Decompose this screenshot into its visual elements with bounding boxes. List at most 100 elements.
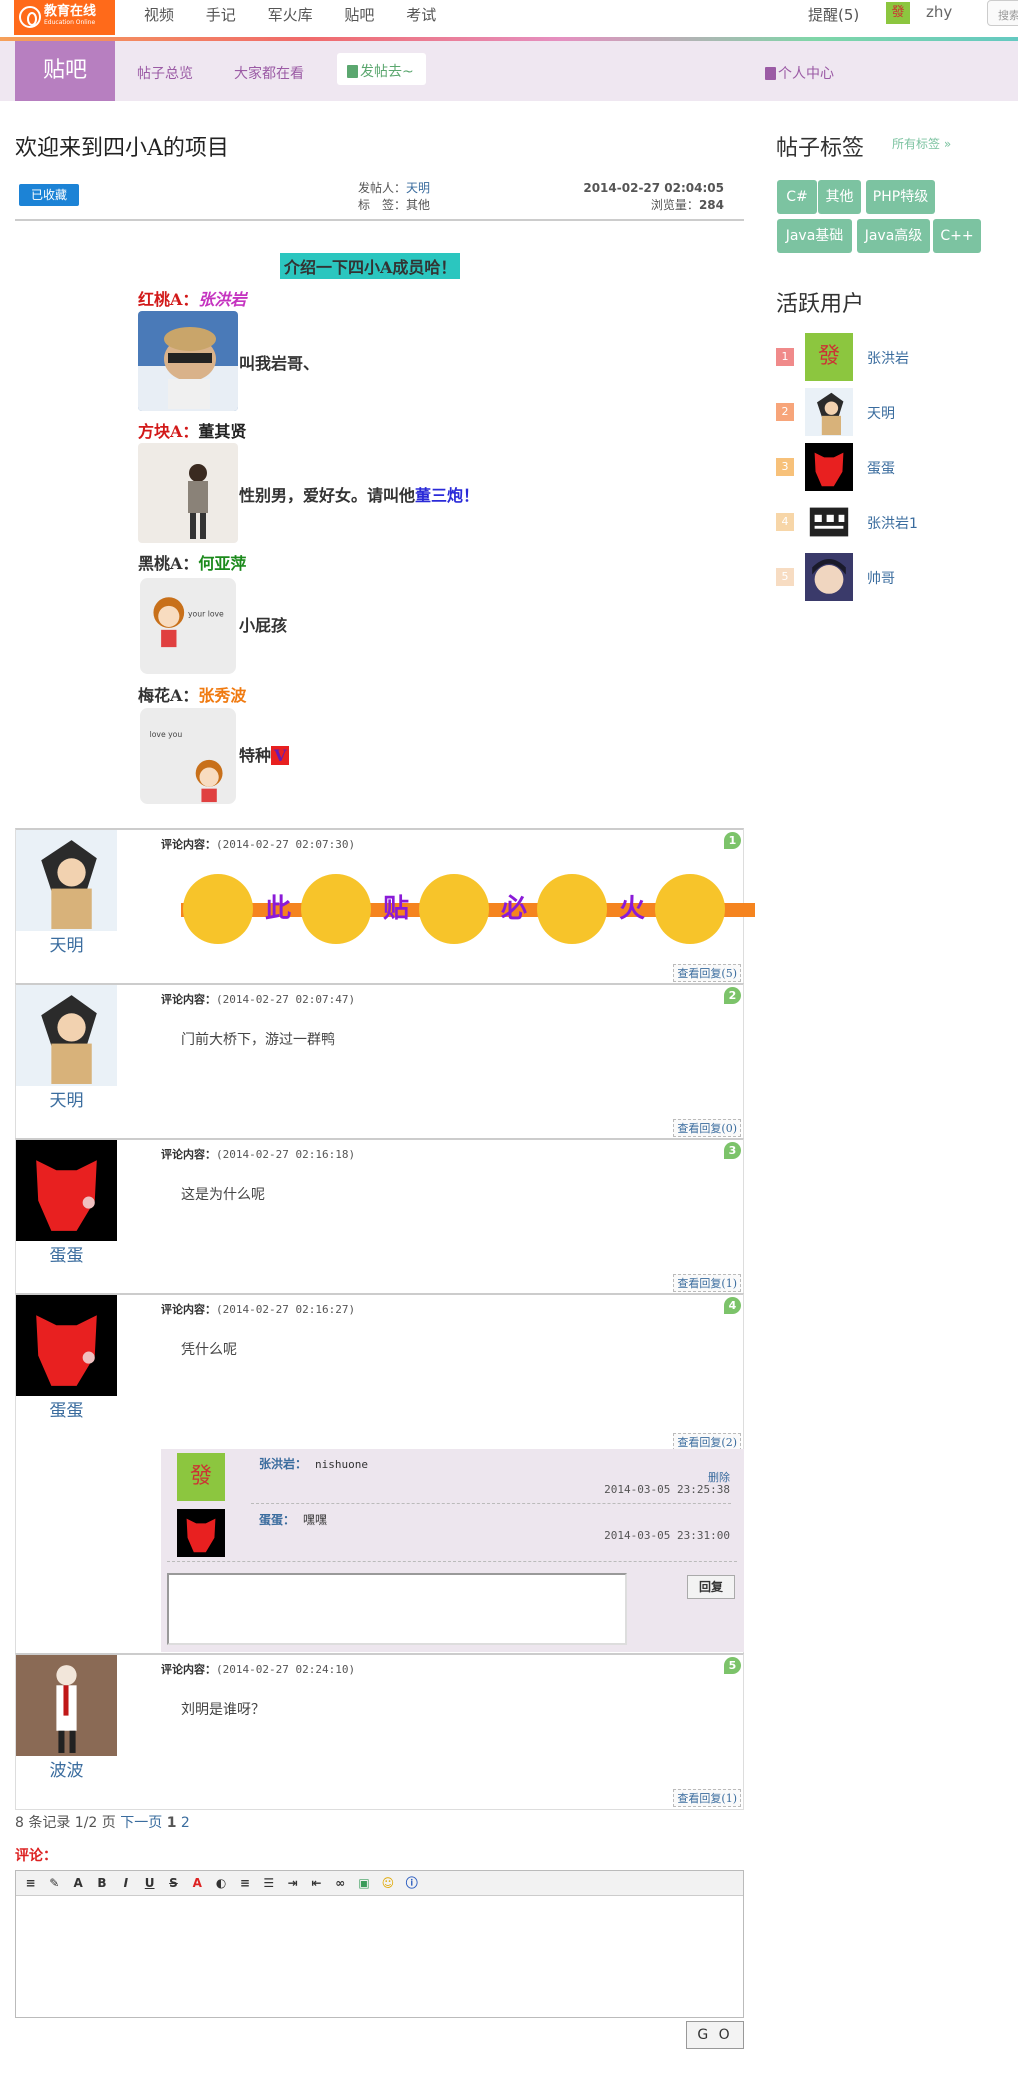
reply-avatar[interactable] (177, 1509, 225, 1557)
page-summary: 8 条记录 1/2 页 (15, 1815, 116, 1831)
commenter-avatar[interactable] (16, 1295, 117, 1396)
page-current[interactable]: 1 (167, 1815, 177, 1831)
bold-icon[interactable]: B (93, 1874, 110, 1892)
poster-link[interactable]: 天明 (406, 181, 430, 195)
strike-icon[interactable]: S (165, 1874, 182, 1892)
page-link[interactable]: 2 (181, 1815, 190, 1831)
edit-icon[interactable]: ✎ (46, 1874, 63, 1892)
user-avatar[interactable] (805, 553, 853, 601)
image-icon[interactable]: ▣ (356, 1874, 373, 1892)
nav-exam[interactable]: 考试 (406, 4, 436, 25)
comment-label: 评论内容： (161, 838, 216, 851)
reply-user[interactable]: 张洪岩： (259, 1457, 307, 1471)
emoji-icon[interactable]: ☺ (379, 1874, 396, 1892)
saved-button[interactable]: 已收藏 (19, 184, 79, 206)
user-name[interactable]: 张洪岩 (867, 348, 909, 368)
submit-button[interactable]: G O (686, 2021, 744, 2049)
member-heading: 黑桃A：何亚萍 (138, 550, 246, 574)
reply-avatar[interactable]: 發 (177, 1453, 225, 1501)
comment-header: 评论内容：(2014-02-27 02:07:47) (161, 991, 355, 1007)
nav-all-posts[interactable]: 帖子总览 (137, 63, 193, 83)
member-name: 张洪岩 (198, 290, 247, 309)
tag-chip[interactable]: C++ (933, 219, 981, 253)
views-count: 284 (698, 198, 724, 212)
member-name: 何亚萍 (198, 554, 247, 573)
search-input[interactable]: 搜索 (987, 0, 1018, 26)
comment-header: 评论内容：(2014-02-27 02:16:27) (161, 1301, 355, 1317)
view-replies-link[interactable]: 查看回复(1) (673, 1789, 741, 1807)
font-color-icon[interactable]: A (189, 1874, 206, 1892)
nav-notes[interactable]: 手记 (206, 4, 236, 25)
tag-chip[interactable]: Java高级 (857, 219, 930, 253)
user-avatar[interactable] (805, 388, 853, 436)
indent-icon[interactable]: ⇥ (284, 1874, 301, 1892)
user-name[interactable]: 天明 (867, 403, 895, 423)
comment-time: (2014-02-27 02:16:27) (216, 1303, 356, 1316)
floor-number: 4 (724, 1297, 741, 1314)
comment-textarea[interactable] (16, 1897, 743, 2017)
tag-chip[interactable]: C# (777, 180, 817, 214)
user-center-link[interactable]: 个人中心 (765, 63, 834, 83)
user-name[interactable]: 蛋蛋 (867, 458, 895, 478)
user-name[interactable]: 张洪岩1 (867, 513, 918, 533)
post-tag: 其他 (406, 198, 431, 212)
tag-chip[interactable]: 其他 (818, 180, 861, 214)
poster-label: 发帖人： (358, 181, 407, 195)
user-avatar[interactable] (805, 498, 853, 546)
username[interactable]: zhy (926, 3, 952, 21)
view-replies-label: 查看回复 (677, 1792, 722, 1805)
nav-trending[interactable]: 大家都在看 (234, 63, 304, 83)
commenter-avatar[interactable] (16, 830, 117, 931)
site-logo[interactable]: 教育在线 Education Online (14, 0, 115, 35)
commenter-name[interactable]: 天明 (16, 1086, 117, 1111)
info-icon[interactable]: ⓘ (403, 1874, 420, 1892)
outdent-icon[interactable]: ⇤ (308, 1874, 325, 1892)
user-name[interactable]: 帅哥 (867, 568, 895, 588)
font-icon[interactable]: A (70, 1874, 87, 1892)
comment-label: 评论内容： (161, 993, 216, 1006)
user-avatar[interactable]: 發 (805, 333, 853, 381)
nav-video[interactable]: 视频 (144, 4, 174, 25)
tag-label: 标 签： (358, 198, 407, 212)
tag-chip[interactable]: PHP特级 (866, 180, 935, 214)
format-icon[interactable]: ≡ (22, 1874, 39, 1892)
reply-user[interactable]: 蛋蛋： (259, 1513, 295, 1527)
tags-heading: 帖子标签 (776, 136, 865, 161)
commenter-avatar[interactable] (16, 1140, 117, 1241)
underline-icon[interactable]: U (141, 1874, 158, 1892)
commenter-name[interactable]: 波波 (16, 1756, 117, 1781)
new-post-button[interactable]: 发帖去~ (337, 53, 426, 85)
reply-button[interactable]: 回复 (687, 1575, 735, 1599)
reply-input[interactable] (167, 1573, 627, 1645)
view-replies-link[interactable]: 查看回复(0) (673, 1119, 741, 1137)
commenter-name[interactable]: 蛋蛋 (16, 1241, 117, 1266)
link-icon[interactable]: ∞ (332, 1874, 349, 1892)
comment-header: 评论内容：(2014-02-27 02:07:30) (161, 836, 355, 852)
tag-chip[interactable]: Java基础 (777, 219, 852, 253)
svg-text:love you: love you (150, 730, 183, 739)
list-icon[interactable]: ☰ (260, 1874, 277, 1892)
reply-count: (5) (721, 967, 737, 980)
italic-icon[interactable]: I (117, 1874, 134, 1892)
nav-forum[interactable]: 贴吧 (344, 4, 374, 25)
view-replies-link[interactable]: 查看回复(1) (673, 1274, 741, 1292)
comment-text: 刘明是谁呀？ (181, 1702, 265, 1718)
next-page-link[interactable]: 下一页 (120, 1815, 162, 1831)
view-replies-link[interactable]: 查看回复(5) (673, 964, 741, 982)
commenter-avatar[interactable] (16, 1655, 117, 1756)
remind-link[interactable]: 提醒(5) (808, 4, 859, 25)
commenter-name[interactable]: 蛋蛋 (16, 1396, 117, 1421)
highlight-icon[interactable]: ◐ (213, 1874, 230, 1892)
nav-arsenal[interactable]: 军火库 (268, 4, 313, 25)
align-icon[interactable]: ≡ (236, 1874, 253, 1892)
commenter-name[interactable]: 天明 (16, 931, 117, 956)
all-tags-link[interactable]: 所有标签 » (892, 135, 951, 152)
commenter-avatar[interactable] (16, 985, 117, 1086)
reply-divider (251, 1503, 731, 1504)
comment-item: 蛋蛋 评论内容：(2014-02-27 02:16:18) 3 这是为什么呢 查… (15, 1138, 744, 1295)
user-center-label: 个人中心 (778, 66, 834, 82)
new-post-label: 发帖去~ (360, 64, 414, 80)
user-avatar[interactable]: 發 (886, 2, 910, 24)
user-avatar[interactable] (805, 443, 853, 491)
forum-brand[interactable]: 贴吧 (15, 41, 115, 101)
